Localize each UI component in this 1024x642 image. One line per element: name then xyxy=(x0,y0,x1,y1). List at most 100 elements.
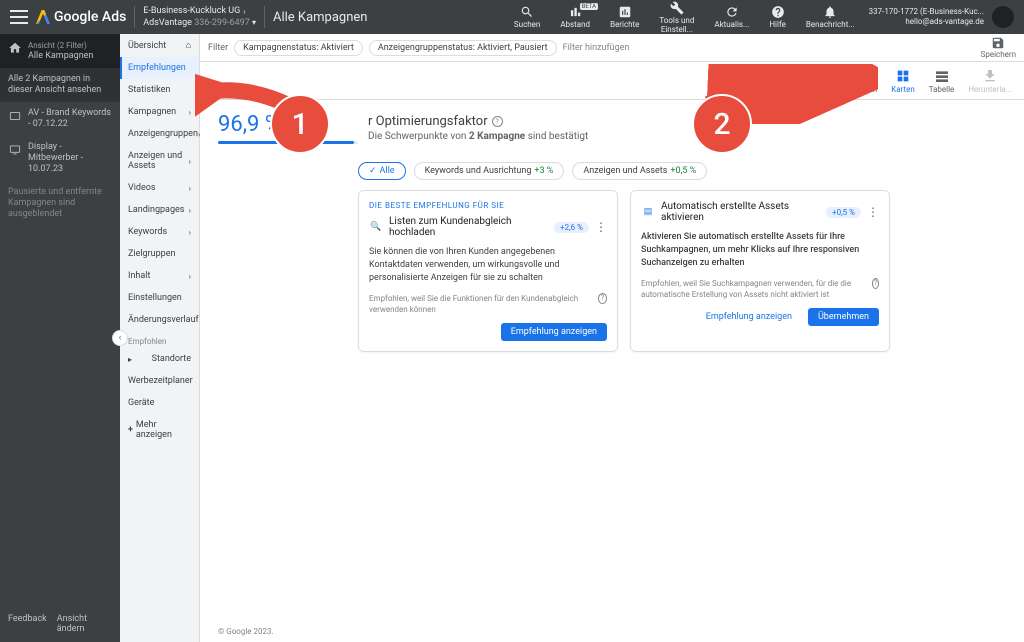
menu-icon[interactable] xyxy=(10,10,28,24)
abstand-button[interactable]: BETAAbstand xyxy=(554,5,596,29)
home-icon: ⌂ xyxy=(186,40,191,51)
card-title: Automatisch erstellte Assets aktivieren xyxy=(661,201,820,223)
nav-sidebar: Übersicht⌂ Empfehlungen Statistiken Kamp… xyxy=(120,34,200,642)
optimization-score: 96,9 % r Optimierungsfaktor? Die Schwerp… xyxy=(218,112,1006,144)
nav-aenderungsverlauf[interactable]: Änderungsverlauf xyxy=(120,309,199,331)
change-view-link[interactable]: Ansicht ändern xyxy=(57,614,112,634)
all-campaigns-link[interactable]: Alle 2 Kampagnen in dieser Ansicht anseh… xyxy=(0,68,120,102)
campaign-item[interactable]: AV - Brand Keywords - 07.12.22 xyxy=(0,102,120,136)
filter-chip[interactable]: Anzeigengruppenstatus: Aktiviert, Pausie… xyxy=(369,40,557,56)
cards-icon xyxy=(895,68,911,84)
nav-werbezeitplaner[interactable]: Werbezeitplaner xyxy=(120,370,199,392)
nav-geraete[interactable]: Geräte xyxy=(120,392,199,414)
home-icon xyxy=(8,41,22,55)
chevron-down-icon: ▾ xyxy=(252,18,256,27)
refresh-icon xyxy=(725,5,739,19)
nav-videos[interactable]: Videos› xyxy=(120,177,199,199)
nav-kampagnen[interactable]: Kampagnen› xyxy=(120,101,199,123)
save-icon xyxy=(991,36,1005,50)
divider xyxy=(134,6,135,28)
nav-keywords[interactable]: Keywords› xyxy=(120,221,199,243)
help-button[interactable]: Hilfe xyxy=(763,5,792,29)
tab-keywords[interactable]: Keywords und Ausrichtung+3 % xyxy=(414,162,565,180)
table-icon xyxy=(934,68,950,84)
reports-icon xyxy=(618,5,632,19)
chevron-right-icon: › xyxy=(189,108,191,117)
paused-note: Pausierte und entfernte Kampagnen sind a… xyxy=(0,181,120,226)
nav-inhalt[interactable]: Inhalt› xyxy=(120,265,199,287)
top-bar: Google Ads E-Business-Kuckluck UG› AdsVa… xyxy=(0,0,1024,34)
chevron-right-icon: › xyxy=(243,6,245,17)
more-icon[interactable]: ⋮ xyxy=(595,220,607,234)
google-ads-logo[interactable]: Google Ads xyxy=(36,9,126,25)
help-icon xyxy=(771,5,785,19)
tab-ads-assets[interactable]: Anzeigen und Assets+0,5 % xyxy=(572,162,707,180)
brand-text: Google Ads xyxy=(54,9,126,25)
search-campaign-icon xyxy=(8,109,22,123)
more-icon[interactable]: ⋮ xyxy=(867,205,879,219)
avatar[interactable] xyxy=(992,6,1014,28)
nav-anzeigengruppen[interactable]: Anzeigengruppen› xyxy=(120,123,199,145)
apply-button[interactable]: Übernehmen xyxy=(808,308,879,326)
info-icon[interactable]: ? xyxy=(598,293,607,304)
uplift-badge: +2,6 % xyxy=(554,222,589,233)
ads-logo-icon xyxy=(36,10,50,24)
table-view-button[interactable]: Tabelle xyxy=(929,68,955,94)
chevron-right-icon: › xyxy=(189,184,191,193)
nav-zielgruppen[interactable]: Zielgruppen xyxy=(120,243,199,265)
view-recommendation-button[interactable]: Empfehlung anzeigen xyxy=(696,308,802,326)
save-button[interactable]: Speichern xyxy=(981,36,1016,59)
assets-icon: ▤ xyxy=(641,205,655,219)
view-recommendation-button[interactable]: Empfehlung anzeigen xyxy=(501,323,607,341)
chevron-right-icon: › xyxy=(189,272,191,281)
wrench-icon xyxy=(670,1,684,15)
tab-all[interactable]: ✓Alle xyxy=(358,162,406,180)
filter-label: Filter xyxy=(208,43,228,53)
view-bar: Automatisch anwenden Karten Tabelle Heru… xyxy=(200,62,1024,100)
search-button[interactable]: Suchen xyxy=(508,5,546,29)
nav-mehr[interactable]: +Mehr anzeigen xyxy=(120,414,199,446)
filter-chip[interactable]: Kampagnenstatus: Aktiviert xyxy=(234,40,363,56)
tools-button[interactable]: Tools und Einstell... xyxy=(653,1,700,34)
filter-bar: Filter Kampagnenstatus: Aktiviert Anzeig… xyxy=(200,34,1024,62)
download-button[interactable]: Herunterla... xyxy=(968,68,1012,94)
nav-uebersicht[interactable]: Übersicht⌂ xyxy=(120,34,199,57)
feedback-link[interactable]: Feedback xyxy=(8,614,47,634)
display-campaign-icon xyxy=(8,143,22,157)
divider xyxy=(264,6,265,28)
nav-group-empfohlen: Empfohlen xyxy=(120,331,199,348)
campaign-sidebar: Ansicht (2 Filter) Alle Kampagnen Alle 2… xyxy=(0,34,120,642)
chevron-right-icon: › xyxy=(189,157,191,166)
auto-apply-button[interactable]: Automatisch anwenden xyxy=(793,68,877,94)
nav-landingpages[interactable]: Landingpages› xyxy=(120,199,199,221)
info-icon[interactable]: ? xyxy=(492,116,503,127)
add-filter[interactable]: Filter hinzufügen xyxy=(563,43,630,53)
chevron-right-icon: › xyxy=(189,206,191,215)
nav-standorte[interactable]: ▸Standorte xyxy=(120,348,199,370)
category-tabs: ✓Alle Keywords und Ausrichtung+3 % Anzei… xyxy=(358,162,1006,180)
download-icon xyxy=(982,68,998,84)
score-value: 96,9 % xyxy=(218,112,358,137)
refresh-button[interactable]: Aktualis... xyxy=(708,5,755,29)
info-icon[interactable]: ? xyxy=(872,278,879,289)
cards-view-button[interactable]: Karten xyxy=(891,68,915,94)
score-bar xyxy=(218,141,358,144)
notifications-button[interactable]: Benachricht... xyxy=(800,5,861,29)
history-icon xyxy=(827,68,843,84)
nav-einstellungen[interactable]: Einstellungen xyxy=(120,287,199,309)
nav-empfehlungen[interactable]: Empfehlungen xyxy=(120,57,199,79)
nav-statistiken[interactable]: Statistiken xyxy=(120,79,199,101)
beta-badge: BETA xyxy=(580,3,598,10)
account-switcher[interactable]: E-Business-Kuckluck UG› AdsVantage 336-2… xyxy=(143,6,256,29)
campaign-item[interactable]: Display - Mitbewerber - 10.07.23 xyxy=(0,136,120,181)
card-top-label: DIE BESTE EMPFEHLUNG FÜR SIE xyxy=(369,201,607,210)
bell-icon xyxy=(823,5,837,19)
user-info: 337-170-1772 (E-Business-Kuc... hello@ad… xyxy=(869,7,984,27)
recommendation-card: DIE BESTE EMPFEHLUNG FÜR SIE 🔍 Listen zu… xyxy=(358,190,618,352)
sidebar-collapse-handle[interactable]: ‹ xyxy=(112,330,128,346)
search-icon: 🔍 xyxy=(369,220,383,234)
reports-button[interactable]: Berichte xyxy=(604,5,645,29)
view-header[interactable]: Ansicht (2 Filter) Alle Kampagnen xyxy=(0,34,120,68)
nav-anzeigen-assets[interactable]: Anzeigen und Assets› xyxy=(120,145,199,177)
card-body: Aktivieren Sie automatisch erstellte Ass… xyxy=(641,231,879,270)
